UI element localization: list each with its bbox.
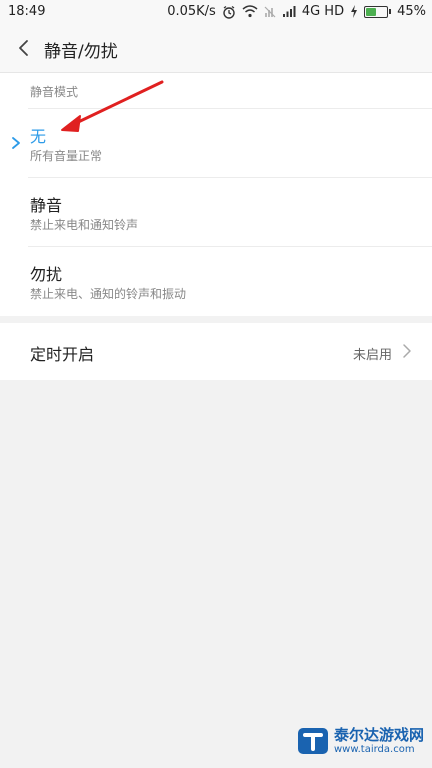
watermark-title: 泰尔达游戏网 [334,726,425,744]
watermark: 泰尔达游戏网 www.tairda.com [296,718,426,764]
mode-option-silent[interactable]: 静音 禁止来电和通知铃声 [0,178,432,246]
battery-icon [364,5,392,18]
watermark-logo-icon [298,728,328,754]
title-bar: 静音/勿扰 [0,24,432,73]
mode-option-description: 所有音量正常 [30,149,103,163]
mode-option-none[interactable]: 无 所有音量正常 [0,109,432,177]
charging-icon [351,5,358,18]
battery-percent: 45% [397,4,426,19]
no-sim-signal-icon [264,6,276,18]
watermark-url: www.tairda.com [334,744,415,755]
selected-chevron-icon [12,137,20,149]
mode-option-dnd[interactable]: 勿扰 禁止来电、通知的铃声和振动 [0,247,432,315]
alarm-icon [223,5,235,19]
chevron-right-icon [403,344,411,358]
back-arrow-icon[interactable] [14,36,34,60]
mode-section: 静音模式 无 所有音量正常 静音 禁止来电和通知铃声 勿扰 禁止来电、通知的铃声… [0,73,432,316]
mode-option-label: 勿扰 [30,265,63,284]
page-title: 静音/勿扰 [44,42,118,62]
mode-option-description: 禁止来电、通知的铃声和振动 [30,287,187,301]
section-header: 静音模式 [30,85,79,99]
status-icons: 0.05K/s 4G HD 45% [167,4,426,19]
schedule-status: 未启用 [352,348,392,363]
network-type: 4G HD [301,4,345,19]
status-bar: 18:49 0.05K/s 4G HD 45% [0,0,432,24]
schedule-label: 定时开启 [30,345,95,364]
network-speed: 0.05K/s [167,4,216,19]
mode-option-label: 静音 [30,196,63,215]
wifi-icon [242,5,258,18]
status-time: 18:49 [8,4,46,19]
mode-option-label: 无 [30,127,47,146]
mode-option-description: 禁止来电和通知铃声 [30,218,139,232]
schedule-row[interactable]: 定时开启 未启用 [0,323,432,380]
signal-icon [282,6,296,17]
